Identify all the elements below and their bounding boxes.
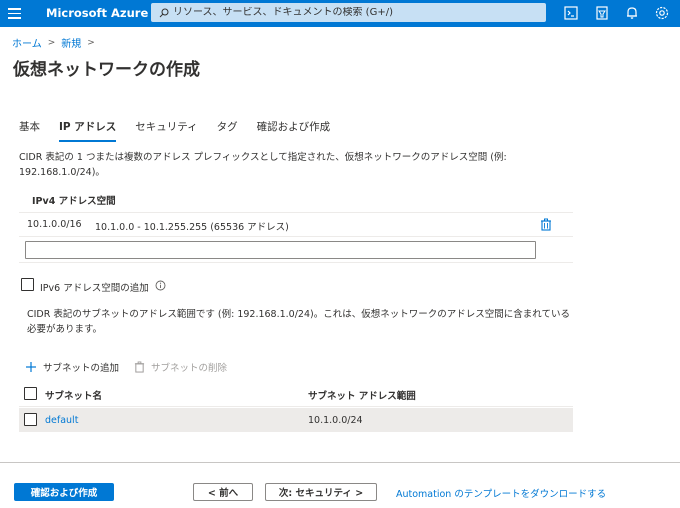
page-title: 仮想ネットワークの作成 bbox=[13, 60, 200, 80]
search-box[interactable] bbox=[151, 3, 546, 22]
tab-tags[interactable]: タグ bbox=[217, 119, 238, 142]
table-row[interactable] bbox=[19, 408, 573, 432]
chevron-right-icon: > bbox=[87, 37, 95, 48]
ipv6-label: IPv6 アドレス空間の追加 bbox=[40, 283, 149, 294]
tab-security[interactable]: セキュリティ bbox=[135, 119, 197, 142]
add-subnet-label: サブネットの追加 bbox=[43, 363, 120, 374]
tab-basics[interactable]: 基本 bbox=[19, 119, 40, 142]
info-icon[interactable] bbox=[155, 280, 166, 291]
next-button[interactable]: 次: セキュリティ > bbox=[265, 483, 377, 501]
menu-icon[interactable] bbox=[8, 8, 21, 19]
top-bar: Microsoft Azure bbox=[0, 0, 680, 27]
address-space-description: CIDR 表記の 1 つまたは複数のアドレス プレフィックスとして指定された、仮… bbox=[19, 152, 507, 178]
address-space-row: 10.1.0.0/16 10.1.0.0 - 10.1.255.255 (655… bbox=[27, 219, 289, 233]
new-address-space-input[interactable] bbox=[25, 241, 536, 259]
breadcrumb-home[interactable]: ホーム bbox=[12, 35, 42, 50]
brand-name[interactable]: Microsoft Azure bbox=[46, 6, 148, 20]
divider bbox=[19, 236, 573, 237]
breadcrumb-new[interactable]: 新規 bbox=[61, 35, 81, 50]
ipv4-column-header: IPv4 アドレス空間 bbox=[32, 196, 116, 207]
subnet-name-link[interactable]: default bbox=[45, 415, 78, 426]
select-all-checkbox[interactable] bbox=[24, 387, 37, 400]
tab-ip-addresses[interactable]: IP アドレス bbox=[59, 119, 117, 142]
plus-icon bbox=[26, 362, 36, 372]
divider bbox=[19, 212, 573, 213]
directory-filter-icon[interactable] bbox=[594, 5, 610, 21]
chevron-right-icon: > bbox=[47, 37, 56, 48]
address-range: 10.1.0.0 - 10.1.255.255 (65536 アドレス) bbox=[95, 222, 289, 233]
breadcrumb: ホーム > 新規 > bbox=[12, 35, 95, 51]
tab-review-create[interactable]: 確認および作成 bbox=[257, 119, 331, 142]
subnet-range-header: サブネット アドレス範囲 bbox=[308, 391, 416, 402]
subnet-range-cell: 10.1.0.0/24 bbox=[308, 415, 363, 426]
trash-icon bbox=[134, 361, 145, 373]
bell-icon[interactable] bbox=[624, 5, 640, 21]
delete-subnet-label: サブネットの削除 bbox=[151, 363, 228, 374]
search-input[interactable] bbox=[173, 7, 533, 18]
add-subnet-button[interactable]: サブネットの追加 bbox=[25, 360, 119, 374]
delete-subnet-button[interactable]: サブネットの削除 bbox=[134, 360, 227, 374]
tab-bar: 基本 IP アドレス セキュリティ タグ 確認および作成 bbox=[19, 119, 349, 142]
footer-divider bbox=[0, 462, 680, 463]
trash-icon[interactable] bbox=[540, 218, 552, 231]
divider bbox=[19, 262, 573, 263]
review-create-button[interactable]: 確認および作成 bbox=[14, 483, 114, 501]
subnet-description: CIDR 表記のサブネットのアドレス範囲です (例: 192.168.1.0/2… bbox=[27, 309, 570, 335]
previous-button[interactable]: < 前へ bbox=[193, 483, 253, 501]
address-cidr: 10.1.0.0/16 bbox=[27, 219, 82, 230]
download-template-link[interactable]: Automation のテンプレートをダウンロードする bbox=[396, 486, 606, 500]
subnet-name-header: サブネット名 bbox=[45, 391, 103, 402]
cloud-shell-icon[interactable] bbox=[563, 5, 579, 21]
search-icon bbox=[159, 8, 169, 17]
row-checkbox[interactable] bbox=[24, 413, 37, 426]
ipv6-checkbox[interactable] bbox=[21, 278, 34, 291]
subnet-table-header bbox=[19, 381, 573, 407]
settings-icon[interactable] bbox=[654, 5, 670, 21]
